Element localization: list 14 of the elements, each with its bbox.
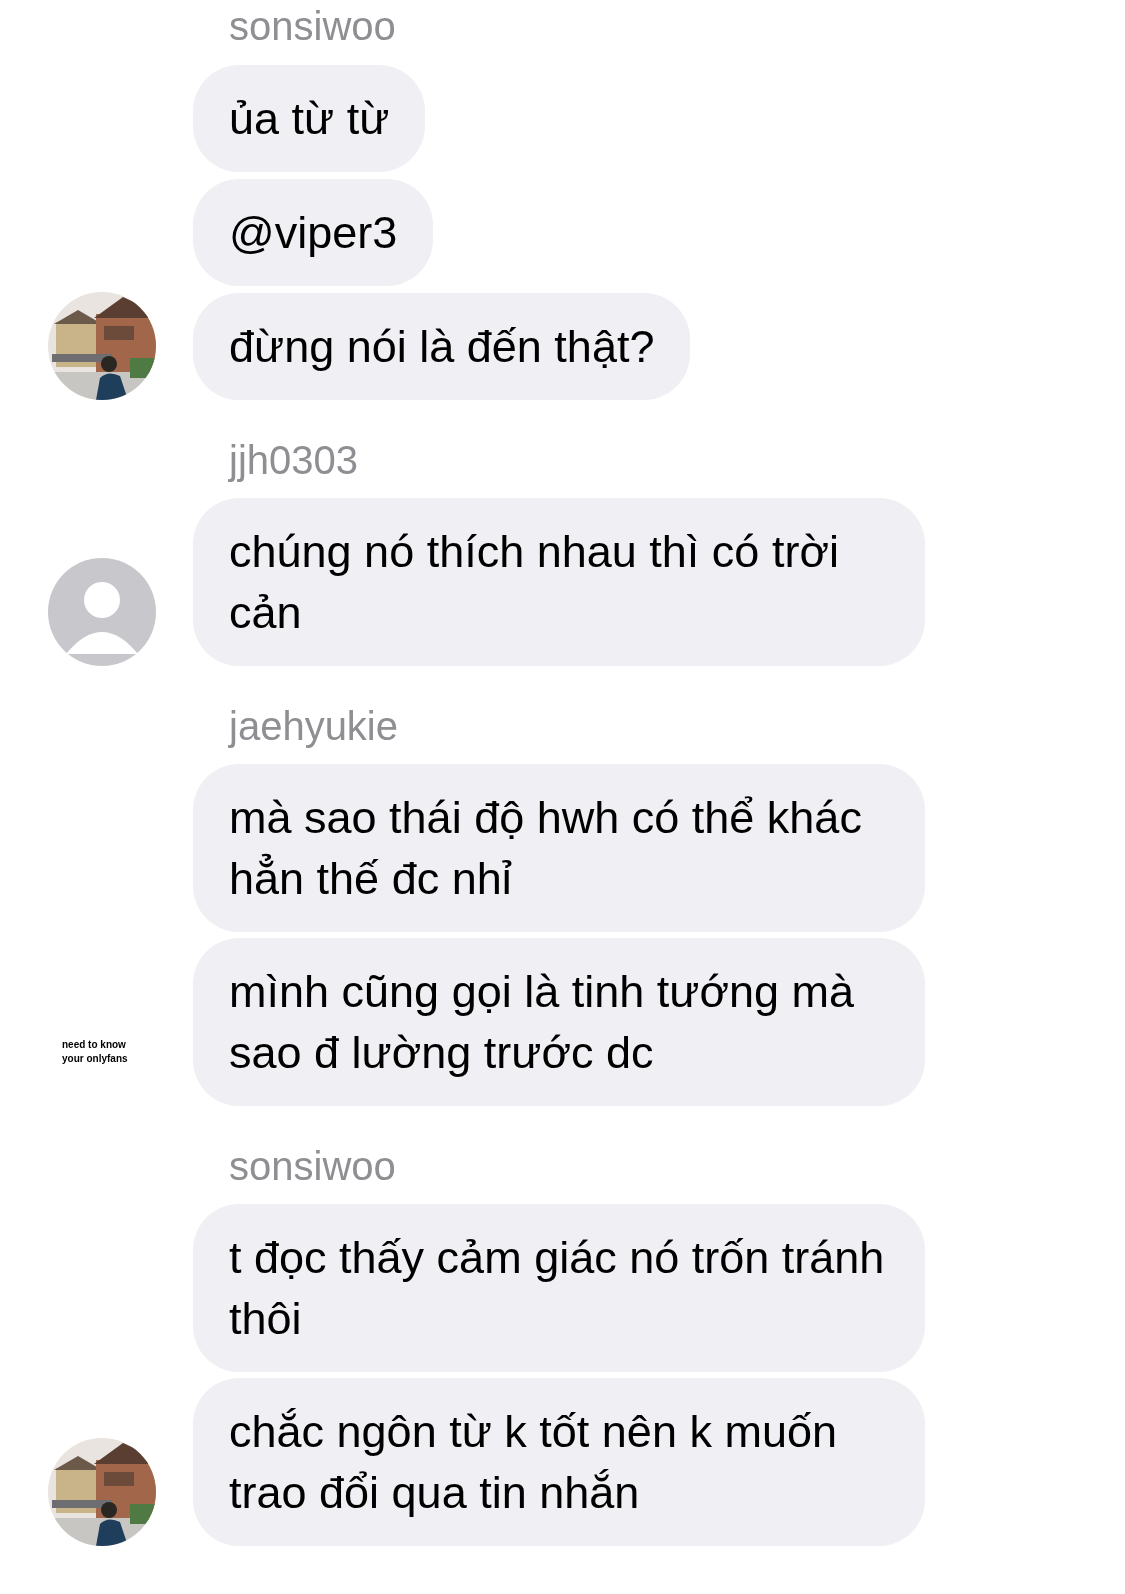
message-bubble: mình cũng gọi là tinh tướng mà sao đ lường trước dc <box>193 938 925 1106</box>
sender-name: sonsiwoo <box>229 1143 396 1190</box>
message-bubble: t đọc thấy cảm giác nó trốn tránh thôi <box>193 1204 925 1372</box>
message-bubble: ủa từ từ <box>193 65 426 172</box>
sender-name: jaehyukie <box>229 703 398 750</box>
default-avatar-icon <box>48 558 156 666</box>
message-bubble: đừng nói là đến thật? <box>193 293 691 400</box>
message-bubble: chắc ngôn từ k tốt nên k muốn trao đổi qua tin nhắn <box>193 1378 925 1546</box>
message-bubble: mà sao thái độ hwh có thể khác hẳn thế đc nhỉ <box>193 764 925 932</box>
sender-name: sonsiwoo <box>229 3 396 50</box>
message-bubble: chúng nó thích nhau thì có trời cản <box>193 498 925 666</box>
sender-name: jjh0303 <box>229 437 358 484</box>
message-bubble: @viper3 <box>193 179 434 286</box>
avatar-caption: need to know your onlyfans <box>62 1038 129 1066</box>
